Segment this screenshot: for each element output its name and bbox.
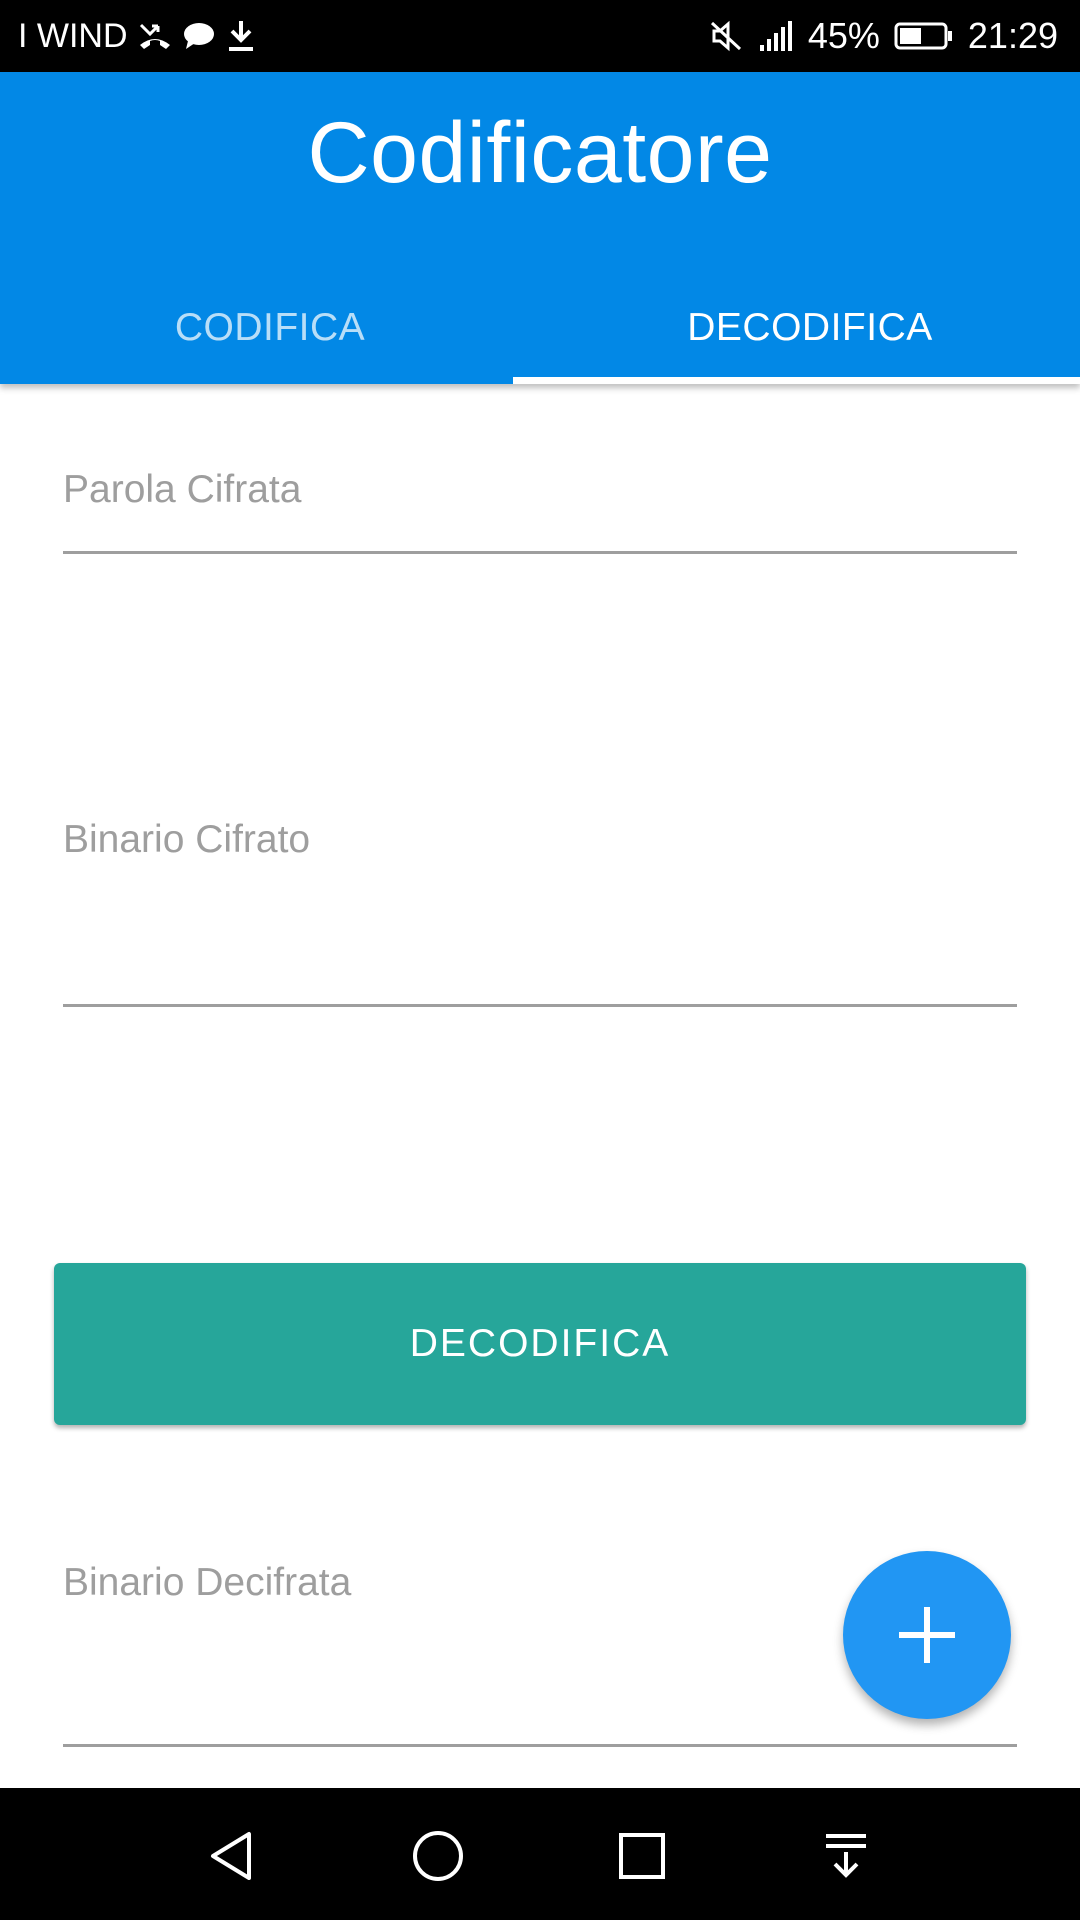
binario-decifrata-label: Binario Decifrata [63, 1561, 352, 1604]
parola-cifrata-underline [63, 551, 1017, 554]
recents-button[interactable] [602, 1816, 682, 1896]
app-title: Codificatore [307, 105, 773, 201]
mute-icon [708, 19, 744, 53]
tab-decodifica[interactable]: DECODIFICA [540, 272, 1080, 384]
status-bar-right: 45% 21:29 [708, 0, 1058, 72]
tab-indicator [513, 377, 1080, 384]
plus-icon [899, 1607, 955, 1663]
binario-cifrato-field[interactable]: Binario Cifrato [63, 810, 1017, 1010]
recents-icon [619, 1833, 665, 1879]
binario-cifrato-label: Binario Cifrato [63, 818, 311, 861]
battery-icon [894, 21, 954, 51]
back-button[interactable] [193, 1816, 273, 1896]
clock: 21:29 [967, 15, 1058, 56]
home-icon [413, 1831, 463, 1881]
battery-percent: 45% [807, 15, 880, 56]
status-bar: I WIND 45% 21:29 [0, 0, 1080, 72]
decodifica-button[interactable]: DECODIFICA [54, 1263, 1026, 1425]
add-fab-button[interactable] [843, 1551, 1011, 1719]
binario-cifrato-underline [63, 1004, 1017, 1007]
binario-decifrata-underline [63, 1744, 1017, 1747]
parola-cifrata-label: Parola Cifrata [63, 468, 302, 511]
chat-icon [182, 21, 216, 51]
app-bar: Codificatore CODIFICA DECODIFICA [0, 72, 1080, 384]
home-button[interactable] [398, 1816, 478, 1896]
parola-cifrata-field[interactable]: Parola Cifrata [63, 460, 1017, 560]
back-icon [211, 1832, 251, 1880]
missed-call-icon [138, 21, 172, 51]
notification-drawer-button[interactable] [806, 1816, 886, 1896]
tab-codifica[interactable]: CODIFICA [0, 272, 540, 384]
navigation-bar [0, 1788, 1080, 1920]
download-icon [226, 19, 256, 53]
status-bar-left: I WIND [18, 0, 256, 72]
carrier-name: I WIND [18, 16, 128, 55]
notification-drawer-icon [826, 1834, 866, 1878]
signal-icon [758, 19, 794, 53]
